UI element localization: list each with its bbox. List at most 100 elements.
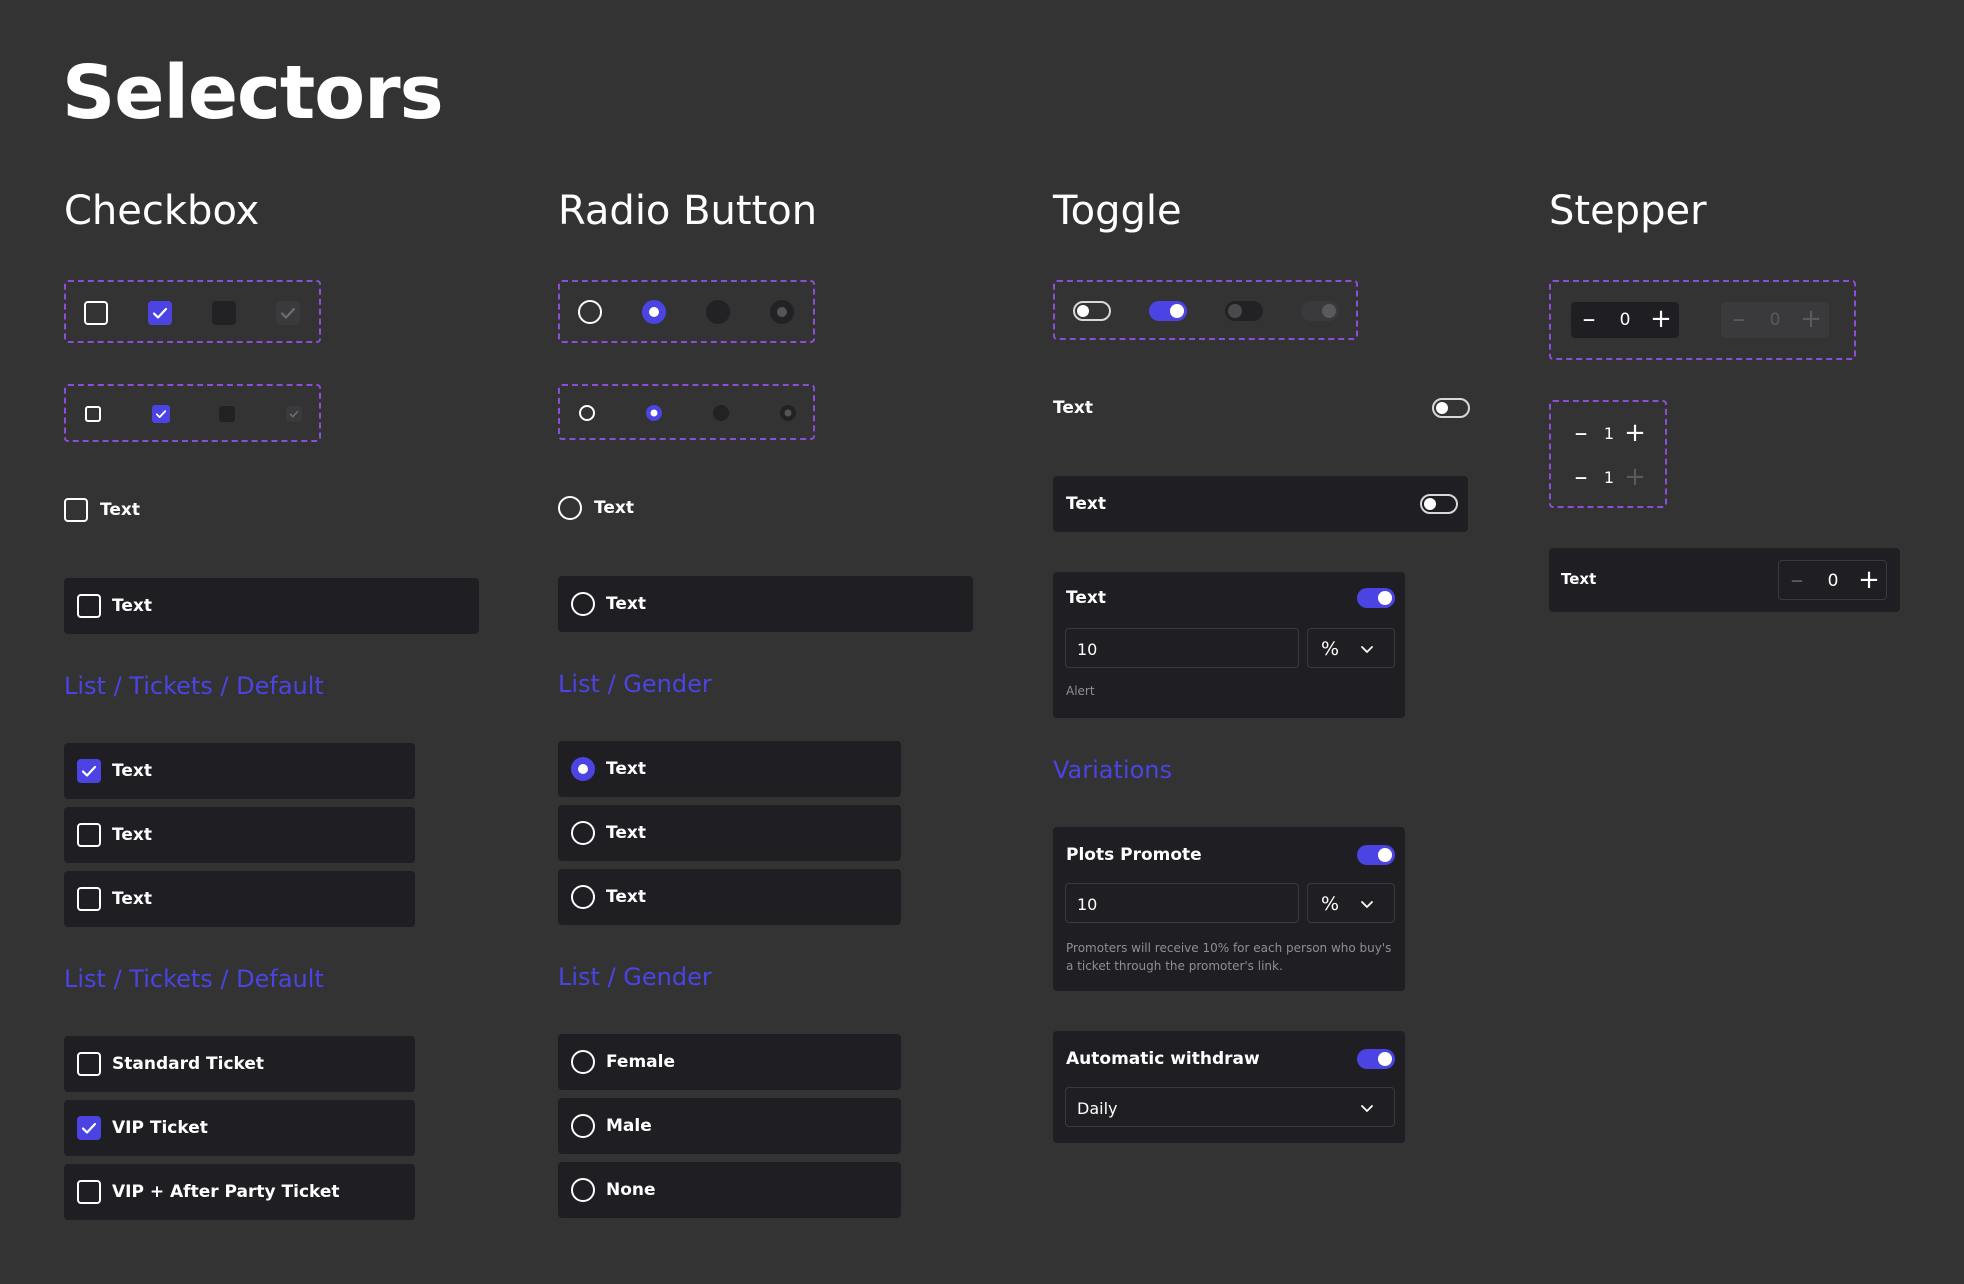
helper-text: Alert (1066, 684, 1095, 698)
radio-unselected[interactable] (571, 1050, 595, 1074)
checkbox-with-label[interactable] (64, 498, 88, 522)
radio-unselected[interactable] (571, 1178, 595, 1202)
radio-card-button[interactable] (571, 592, 595, 616)
list-item[interactable]: Text (558, 805, 901, 861)
toggle-off[interactable] (1073, 301, 1111, 321)
checkbox-checked[interactable] (77, 1116, 101, 1140)
plus-icon[interactable]: + (1857, 567, 1881, 593)
list-item[interactable]: Text (558, 869, 901, 925)
checkbox-unchecked[interactable] (77, 823, 101, 847)
gender-option-male[interactable]: Male (558, 1098, 901, 1154)
list-item[interactable]: Text (64, 871, 415, 927)
promote-percent-input[interactable]: 10 (1065, 883, 1299, 923)
checkbox-checked[interactable] (148, 301, 172, 325)
radio-selected-small[interactable] (646, 405, 662, 421)
toggle-row-label: Text (1053, 398, 1093, 418)
checkbox-disabled (212, 301, 236, 325)
plus-icon: + (1800, 304, 1822, 334)
list-item[interactable]: Text (64, 807, 415, 863)
chevron-down-icon (1361, 1105, 1373, 1112)
radio-disabled-small (713, 405, 729, 421)
minus-icon[interactable]: – (1569, 420, 1593, 446)
radio-unselected[interactable] (571, 885, 595, 909)
list-item-label: Text (112, 889, 152, 909)
list-tickets-title: List / Tickets / Default (64, 965, 324, 993)
list-tickets-title: List / Tickets / Default (64, 672, 324, 700)
checkbox-unchecked-small[interactable] (85, 406, 101, 422)
percent-input-value: 10 (1077, 640, 1098, 659)
toggle-form-switch[interactable] (1357, 588, 1395, 608)
checkbox-states-large (64, 280, 321, 343)
plus-icon[interactable]: + (1649, 306, 1673, 332)
ticket-option-standard[interactable]: Standard Ticket (64, 1036, 415, 1092)
checkbox-unchecked[interactable] (77, 887, 101, 911)
radio-unselected-small[interactable] (579, 405, 595, 421)
list-item[interactable]: Text (558, 741, 901, 797)
radio-heading: Radio Button (558, 188, 818, 234)
checkbox-card-box[interactable] (77, 594, 101, 618)
withdraw-frequency-select[interactable]: Daily (1065, 1087, 1395, 1127)
promote-helper-line: a ticket through the promoter's link. (1066, 959, 1283, 973)
toggle-disabled-off (1225, 301, 1263, 321)
minus-icon: – (1790, 565, 1804, 595)
checkbox-card[interactable]: Text (64, 578, 479, 634)
toggle-card-switch[interactable] (1420, 494, 1458, 514)
checkbox-disabled-checked (276, 301, 300, 325)
withdraw-frequency-value: Daily (1077, 1099, 1118, 1118)
promote-percent-value: 10 (1077, 895, 1098, 914)
variations-title: Variations (1053, 756, 1172, 784)
check-icon (289, 410, 299, 418)
stepper-value: 0 (1619, 310, 1631, 330)
minus-icon[interactable]: – (1577, 306, 1601, 332)
gender-option-female[interactable]: Female (558, 1034, 901, 1090)
radio-unselected[interactable] (578, 300, 602, 324)
toggle-card-label: Text (1066, 494, 1106, 514)
check-icon (81, 765, 97, 777)
stepper-value: 1 (1603, 468, 1615, 487)
automatic-withdraw-card: Automatic withdraw Daily (1053, 1031, 1405, 1143)
unit-select[interactable]: % (1307, 628, 1395, 668)
radio-states-small (558, 384, 815, 440)
gender-label: None (606, 1180, 656, 1200)
radio-unselected[interactable] (571, 821, 595, 845)
list-item[interactable]: Text (64, 743, 415, 799)
plus-icon[interactable]: + (1623, 420, 1647, 446)
stepper-disabled: – 0 + (1721, 302, 1829, 338)
radio-states-large (558, 280, 815, 343)
radio-selected[interactable] (571, 757, 595, 781)
stepper-value: 0 (1769, 310, 1781, 330)
radio-unselected[interactable] (571, 1114, 595, 1138)
stepper-value: 1 (1603, 424, 1615, 443)
promote-unit-select[interactable]: % (1307, 883, 1395, 923)
checkbox-unchecked[interactable] (77, 1052, 101, 1076)
ticket-label: VIP Ticket (112, 1118, 208, 1138)
check-icon (280, 307, 296, 319)
list-item-label: Text (606, 887, 646, 907)
plots-promote-label: Plots Promote (1066, 845, 1202, 865)
checkbox-unchecked[interactable] (84, 301, 108, 325)
gender-option-none[interactable]: None (558, 1162, 901, 1218)
plots-promote-switch[interactable] (1357, 845, 1395, 865)
percent-input[interactable]: 10 (1065, 628, 1299, 668)
ticket-option-vip[interactable]: VIP Ticket (64, 1100, 415, 1156)
checkbox-checked-small[interactable] (152, 405, 170, 423)
radio-with-label[interactable] (558, 496, 582, 520)
ticket-option-vip-after-party[interactable]: VIP + After Party Ticket (64, 1164, 415, 1220)
toggle-on[interactable] (1149, 301, 1187, 321)
percent-icon: % (1321, 893, 1340, 915)
radio-selected[interactable] (642, 300, 666, 324)
gender-label: Female (606, 1052, 675, 1072)
radio-disabled-selected (770, 300, 794, 324)
gender-label: Male (606, 1116, 652, 1136)
stepper-heading: Stepper (1549, 188, 1707, 234)
checkbox-unchecked[interactable] (77, 1180, 101, 1204)
toggle-row-switch[interactable] (1432, 398, 1470, 418)
ticket-label: VIP + After Party Ticket (112, 1182, 340, 1202)
checkbox-checked[interactable] (77, 759, 101, 783)
minus-icon[interactable]: – (1569, 464, 1593, 490)
checkbox-heading: Checkbox (64, 188, 260, 234)
radio-card[interactable]: Text (558, 576, 973, 632)
automatic-withdraw-label: Automatic withdraw (1066, 1049, 1260, 1069)
automatic-withdraw-switch[interactable] (1357, 1049, 1395, 1069)
checkbox-disabled-checked-small (286, 406, 302, 422)
